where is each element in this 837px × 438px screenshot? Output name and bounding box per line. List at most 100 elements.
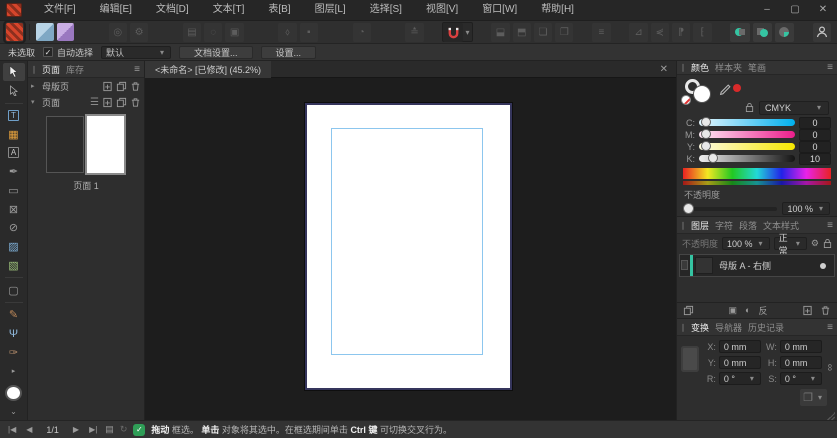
picture-frame-ellipse-tool[interactable]: ⊘ [3,219,25,237]
magenta-slider[interactable] [699,129,795,140]
duplicate-layer-icon[interactable] [683,305,694,316]
black-slider[interactable] [699,153,795,164]
color-spectrum-secondary[interactable] [683,180,831,185]
panel-menu-icon[interactable]: ≡ [827,220,833,231]
first-page-button[interactable]: |◀ [6,425,18,434]
insert-on-top-button[interactable] [774,22,794,42]
tab-transform[interactable]: 变换 [691,321,709,334]
left-page-thumbnail[interactable] [46,116,84,173]
panel-grip[interactable]: ∥ [681,63,685,72]
move-tool[interactable] [2,63,25,81]
color-spectrum[interactable] [683,167,831,179]
transform-mode-button[interactable]: ❐ ▾ [800,389,827,406]
move-to-front-button[interactable]: ❐ [555,22,574,42]
collapse-icon[interactable]: ▾ [31,98,39,106]
vector-crop-tool[interactable]: ▢ [3,281,25,299]
shear-field[interactable]: 0 ° ▾ [779,372,822,385]
sync-icon[interactable]: ↻ [120,424,128,435]
snapping-dropdown[interactable]: ▾ [463,28,471,37]
lock-icon[interactable] [745,102,754,113]
table-tool[interactable]: ▦ [3,125,25,143]
color-mode-dropdown[interactable]: CMYK ▾ [759,100,829,115]
persona-publisher-button[interactable] [2,20,27,44]
snapping-magnet-button[interactable] [443,22,464,42]
tab-stock[interactable]: 库存 [66,63,84,76]
insert-inside-button[interactable] [752,22,772,42]
pen-tool[interactable]: ✒ [3,163,25,181]
preflight-status-icon[interactable]: ✓ [133,423,146,436]
w-field[interactable]: 0 mm [779,340,822,353]
blend-options-gear-icon[interactable]: ⚙ [811,238,819,249]
color-picker-tool[interactable]: ✎ [3,306,25,324]
tab-paragraph[interactable]: 段落 [739,219,757,232]
expand-icon[interactable]: ▸ [31,82,39,90]
vector-brush-tool[interactable]: ✑ [3,344,25,362]
document-setup-button[interactable]: 文档设置... [179,45,253,59]
account-button[interactable] [812,22,832,42]
minimize-button[interactable]: – [753,0,781,20]
tab-pages[interactable]: 页面 [42,63,60,76]
y-field[interactable]: 0 mm [718,356,761,369]
yellow-slider[interactable] [699,141,795,152]
panel-menu-icon[interactable]: ≡ [827,322,833,333]
duplicate-page-icon[interactable] [116,97,127,108]
document-page[interactable] [305,103,512,390]
right-page-thumbnail[interactable] [85,114,126,175]
menu-table[interactable]: 表[B] [256,0,302,20]
back-one-button[interactable]: ⬒ [512,22,531,42]
x-field[interactable]: 0 mm [718,340,761,353]
pin-button[interactable]: ⬨ [278,22,297,42]
magenta-value[interactable]: 0 [799,128,831,141]
rotate-ccw-button[interactable]: ◎ [108,22,127,42]
menu-view[interactable]: 视图[V] [414,0,470,20]
preflight-toolbar-button[interactable]: ◔ [352,22,371,42]
tab-navigator[interactable]: 导航器 [715,321,742,334]
asset-tool[interactable]: ▧ [3,257,25,275]
text-flow-button[interactable]: ≛ [405,22,424,42]
tab-history[interactable]: 历史记录 [748,321,784,334]
menu-layer[interactable]: 图层[L] [303,0,358,20]
document-tab-close-icon[interactable]: ✕ [652,64,676,75]
duplicate-master-icon[interactable] [116,81,127,92]
pasteboard[interactable] [145,78,676,420]
pages-overview-icon[interactable]: ▤ [105,424,114,435]
rectangle-tool[interactable]: ▭ [3,182,25,200]
tools-chevron-icon[interactable]: ⌄ [3,402,25,420]
ellipse-view-button[interactable]: ◌ [204,22,223,42]
panel-grip[interactable]: ∥ [32,65,36,74]
resize-grip[interactable] [827,412,835,420]
menu-document[interactable]: 文档[D] [144,0,201,20]
transparency-tool[interactable]: Ψ [3,325,25,343]
menu-file[interactable]: 文件[F] [32,0,88,20]
opacity-dropdown[interactable]: 100 % ▾ [782,202,830,215]
panel-menu-icon[interactable]: ≡ [827,62,833,73]
node-tool[interactable] [3,82,25,100]
panel-grip[interactable]: ∥ [681,221,685,230]
persona-designer-button[interactable] [36,23,54,41]
picked-color-swatch[interactable] [733,84,741,92]
menu-text[interactable]: 文本[T] [201,0,257,20]
rotation-field[interactable]: 0 ° ▾ [718,372,761,385]
tab-swatches[interactable]: 样本夹 [715,61,742,74]
anchor-point-selector[interactable] [681,346,699,372]
menu-window[interactable]: 窗口[W] [470,0,529,20]
blend-mode-dropdown[interactable]: 正常 ▾ [773,233,807,256]
place-image-tool[interactable]: ▨ [3,238,25,256]
delete-master-icon[interactable] [130,81,141,92]
eyedropper-icon[interactable] [719,83,732,96]
menu-select[interactable]: 选择[S] [358,0,414,20]
cyan-slider[interactable] [699,117,795,128]
more-tools-flyout[interactable]: ▸ [3,362,25,380]
menu-help[interactable]: 帮助[H] [529,0,586,20]
add-page-icon[interactable] [102,97,113,108]
insert-behind-button[interactable] [730,22,750,42]
tab-layers[interactable]: 图层 [691,219,709,232]
frame-text-tool[interactable]: T [3,106,25,124]
yellow-value[interactable]: 0 [799,140,831,153]
settings-button[interactable]: 设置... [260,45,317,59]
lock-layer-icon[interactable] [823,238,832,249]
master-pages-row[interactable]: ▸ 母版页 [28,78,144,94]
adjustment-layer-icon[interactable]: ◐ [745,305,750,315]
opacity-slider[interactable] [683,202,778,214]
close-button[interactable]: ✕ [809,0,837,20]
